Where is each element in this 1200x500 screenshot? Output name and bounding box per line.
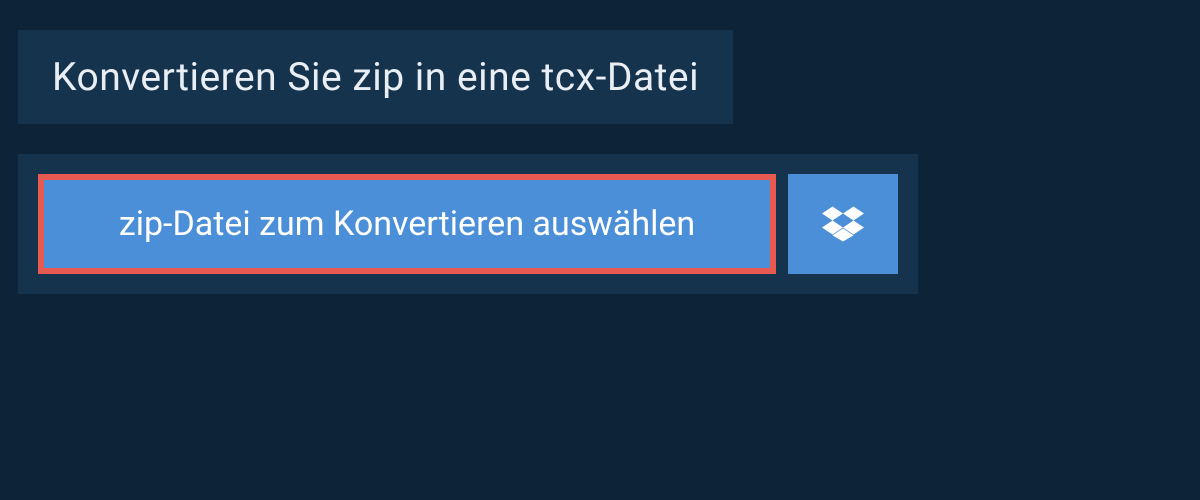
- choose-file-label: zip-Datei zum Konvertieren auswählen: [119, 204, 695, 244]
- choose-file-button[interactable]: zip-Datei zum Konvertieren auswählen: [38, 174, 776, 274]
- page-title: Konvertieren Sie zip in eine tcx-Datei: [52, 54, 699, 100]
- upload-panel: zip-Datei zum Konvertieren auswählen: [18, 154, 918, 294]
- converter-container: Konvertieren Sie zip in eine tcx-Datei z…: [0, 0, 1200, 294]
- title-bar: Konvertieren Sie zip in eine tcx-Datei: [18, 30, 733, 124]
- dropbox-icon: [822, 203, 864, 245]
- dropbox-button[interactable]: [788, 174, 898, 274]
